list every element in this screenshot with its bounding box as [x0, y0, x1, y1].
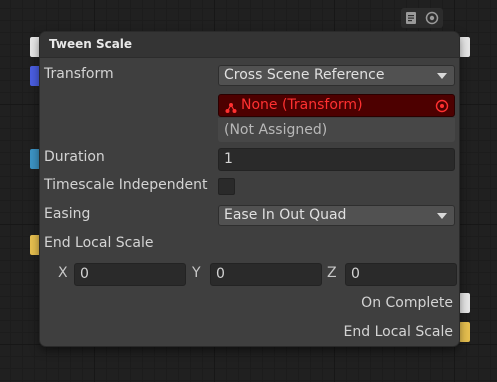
y-axis-label: Y: [192, 265, 201, 281]
chevron-down-icon: [437, 213, 447, 219]
note-icon[interactable]: [405, 11, 417, 25]
output-on-complete-port[interactable]: [459, 293, 470, 313]
scale-z-input[interactable]: 0: [345, 263, 457, 286]
easing-label: Easing: [44, 206, 91, 222]
transform-reference-value: None (Transform): [241, 97, 363, 113]
scale-x-input[interactable]: 0: [74, 263, 186, 286]
on-complete-output-label: On Complete: [361, 295, 453, 311]
node-title: Tween Scale: [49, 37, 133, 51]
settings-circle-icon[interactable]: [425, 11, 439, 25]
scale-y-input[interactable]: 0: [210, 263, 322, 286]
chevron-down-icon: [437, 73, 447, 79]
node-header[interactable]: Tween Scale: [40, 32, 459, 58]
transform-dropdown-value: Cross Scene Reference: [224, 67, 385, 83]
timescale-independent-checkbox[interactable]: [218, 178, 235, 195]
node-toolbar: [401, 8, 443, 28]
output-end-local-scale-port[interactable]: [459, 322, 470, 342]
easing-value: Ease In Out Quad: [224, 207, 347, 223]
end-local-scale-label: End Local Scale: [44, 235, 154, 251]
tween-scale-node[interactable]: Tween Scale Transform Cross Scene Refere…: [40, 32, 459, 346]
target-icon[interactable]: [435, 99, 449, 120]
duration-input[interactable]: 1: [218, 148, 455, 171]
transform-reference-dropdown[interactable]: Cross Scene Reference: [218, 65, 455, 86]
output-flow-port[interactable]: [459, 37, 470, 57]
easing-dropdown[interactable]: Ease In Out Quad: [218, 205, 455, 226]
end-local-scale-output-label: End Local Scale: [343, 324, 453, 340]
z-axis-label: Z: [327, 265, 337, 281]
transform-unassigned: (Not Assigned): [218, 118, 455, 142]
transform-object-field[interactable]: None (Transform): [218, 94, 455, 117]
duration-label: Duration: [44, 149, 105, 165]
transform-label: Transform: [44, 66, 114, 82]
x-axis-label: X: [58, 265, 68, 281]
timescale-independent-label: Timescale Independent: [44, 177, 208, 193]
